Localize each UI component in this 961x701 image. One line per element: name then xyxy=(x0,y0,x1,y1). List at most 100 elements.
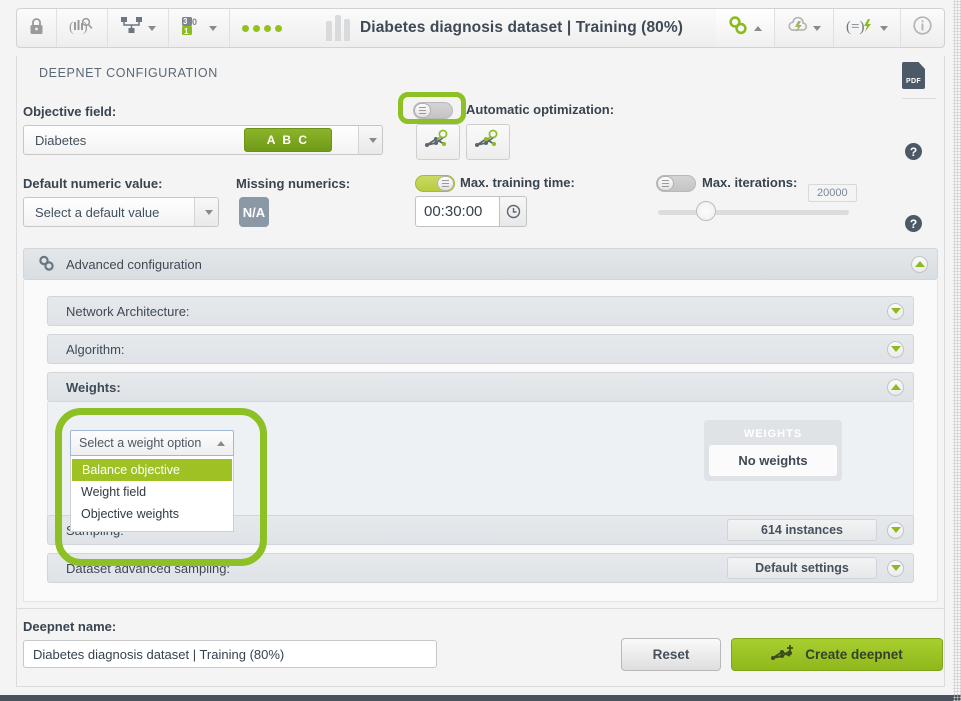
dataset-bars-icon xyxy=(326,15,350,41)
svg-text:(: ( xyxy=(69,20,74,35)
weight-option-list: Balance objective Weight field Objective… xyxy=(70,456,234,532)
max-training-time-input[interactable] xyxy=(415,196,499,227)
deepnet-configuration-panel: DEEPNET CONFIGURATION PDF ? ? ? Objectiv… xyxy=(16,56,945,687)
advanced-configuration-collapse-toggle[interactable] xyxy=(911,255,928,273)
chevron-up-icon xyxy=(217,440,225,446)
info-button[interactable] xyxy=(901,9,944,47)
svg-text:): ) xyxy=(83,20,88,35)
default-numeric-dropdown-arrow[interactable] xyxy=(194,198,218,226)
lock-button[interactable] xyxy=(17,9,57,47)
auto-optimization-params-button[interactable] xyxy=(466,124,510,160)
window-footer-bar xyxy=(0,695,961,701)
chevron-up-icon xyxy=(890,384,901,390)
network-plus-icon xyxy=(771,644,795,666)
gears-icon xyxy=(728,15,750,41)
pdf-export-icon[interactable]: PDF xyxy=(902,62,925,89)
default-numeric-label: Default numeric value: xyxy=(23,176,163,191)
row-network-architecture-toggle[interactable] xyxy=(887,302,904,320)
weight-option-objective-weights[interactable]: Objective weights xyxy=(71,503,233,525)
max-iterations-slider[interactable] xyxy=(658,201,849,221)
network-structure-search-icon xyxy=(424,129,452,156)
slider-track xyxy=(658,210,849,215)
row-dataset-advanced-sampling-pill: Default settings xyxy=(727,557,877,579)
clock-icon[interactable] xyxy=(499,196,527,227)
toggle-knob xyxy=(414,103,431,118)
row-weights-toggle[interactable] xyxy=(887,378,904,396)
row-sampling-toggle[interactable] xyxy=(887,521,904,539)
row-algorithm-label: Algorithm: xyxy=(66,341,125,357)
max-iterations-toggle[interactable] xyxy=(656,175,696,192)
row-dataset-advanced-sampling-toggle[interactable] xyxy=(887,559,904,577)
help-iterations-icon[interactable]: ? xyxy=(905,215,922,232)
max-iterations-label-wrap: Max. iterations: xyxy=(702,174,797,192)
supervised-model-icon: 310 xyxy=(181,16,205,41)
max-iterations-label: Max. iterations: xyxy=(702,175,798,190)
max-training-time-field[interactable] xyxy=(415,196,527,227)
status-dots[interactable] xyxy=(230,9,294,47)
weights-summary-card: WEIGHTS No weights xyxy=(704,420,842,481)
create-deepnet-button-label: Create deepnet xyxy=(805,647,903,662)
chevron-down-icon[interactable] xyxy=(209,25,217,31)
info-icon xyxy=(913,16,932,40)
row-algorithm[interactable]: Algorithm: xyxy=(47,334,914,364)
missing-numerics-toggle[interactable]: N/A xyxy=(239,197,269,227)
row-dataset-advanced-sampling-label: Dataset advanced sampling: xyxy=(66,560,231,576)
auto-optimization-label-wrap: Automatic optimization: xyxy=(466,101,614,119)
app-window: ( ) 310 Diabetes diagnosis dataset | Tra… xyxy=(0,0,961,701)
weight-option-balance-objective[interactable]: Balance objective xyxy=(72,459,232,481)
row-dataset-advanced-sampling[interactable]: Dataset advanced sampling: Default setti… xyxy=(47,553,914,583)
default-numeric-label-wrap: Default numeric value: xyxy=(23,175,162,193)
deepnet-name-input[interactable] xyxy=(23,640,437,668)
svg-text:0: 0 xyxy=(192,17,197,27)
missing-numerics-value: N/A xyxy=(242,204,266,220)
max-training-time-toggle[interactable] xyxy=(415,175,455,192)
default-numeric-select[interactable]: Select a default value xyxy=(23,197,219,227)
chevron-down-icon xyxy=(890,346,901,352)
auto-optimization-structure-button[interactable] xyxy=(416,124,460,160)
slider-handle[interactable] xyxy=(696,201,716,221)
create-deepnet-button[interactable]: Create deepnet xyxy=(731,638,943,671)
script-flash-icon: (=) xyxy=(846,16,876,41)
missing-numerics-label-wrap: Missing numerics: xyxy=(236,175,350,193)
svg-text:(=): (=) xyxy=(846,19,864,35)
chevron-down-icon[interactable] xyxy=(880,25,888,31)
objective-field-select[interactable]: Diabetes A B C xyxy=(23,125,383,155)
weight-option-dropdown-head[interactable]: Select a weight option xyxy=(70,430,234,456)
chevron-down-icon xyxy=(204,209,213,215)
chevron-down-icon[interactable] xyxy=(813,25,821,31)
source-button[interactable]: ( ) xyxy=(57,9,108,47)
top-toolbar: ( ) 310 Diabetes diagnosis dataset | Tra… xyxy=(16,8,945,48)
dataset-button[interactable] xyxy=(108,9,169,47)
chevron-down-icon xyxy=(890,565,901,571)
script-action-button[interactable]: (=) xyxy=(834,9,901,47)
dataset-icon xyxy=(120,16,144,40)
objective-field-type-badge: A B C xyxy=(243,128,332,152)
advanced-configuration-title: Advanced configuration xyxy=(66,256,202,272)
reset-button[interactable]: Reset xyxy=(621,638,721,671)
panel-section-title: DEEPNET CONFIGURATION xyxy=(39,66,218,80)
auto-optimization-toggle[interactable] xyxy=(413,102,453,119)
max-iterations-value: 20000 xyxy=(808,184,857,202)
svg-text:3: 3 xyxy=(183,17,188,26)
weights-summary-value: No weights xyxy=(709,445,837,476)
rail-divider xyxy=(902,98,936,99)
advanced-configuration-header[interactable]: Advanced configuration xyxy=(23,248,938,280)
objective-field-label-wrap: Objective field: xyxy=(23,103,116,121)
help-objective-icon[interactable]: ? xyxy=(905,143,922,160)
model-button[interactable]: 310 xyxy=(169,9,230,47)
objective-field-dropdown-arrow[interactable] xyxy=(358,126,382,154)
cloud-action-button[interactable] xyxy=(775,9,834,47)
row-algorithm-toggle[interactable] xyxy=(887,340,904,358)
pdf-label: PDF xyxy=(906,78,921,85)
weight-option-dropdown[interactable]: Select a weight option Balance objective… xyxy=(70,430,234,532)
row-weights[interactable]: Weights: xyxy=(47,372,914,402)
chevron-down-icon[interactable] xyxy=(148,25,156,31)
window-edge-texture xyxy=(953,0,961,701)
settings-menu-button[interactable] xyxy=(716,9,775,47)
chevron-down-icon xyxy=(368,137,377,143)
gears-icon xyxy=(38,255,58,273)
weight-option-weight-field[interactable]: Weight field xyxy=(71,481,233,503)
chevron-up-icon[interactable] xyxy=(754,25,762,31)
row-network-architecture[interactable]: Network Architecture: xyxy=(47,296,914,326)
row-network-architecture-label: Network Architecture: xyxy=(66,303,190,319)
